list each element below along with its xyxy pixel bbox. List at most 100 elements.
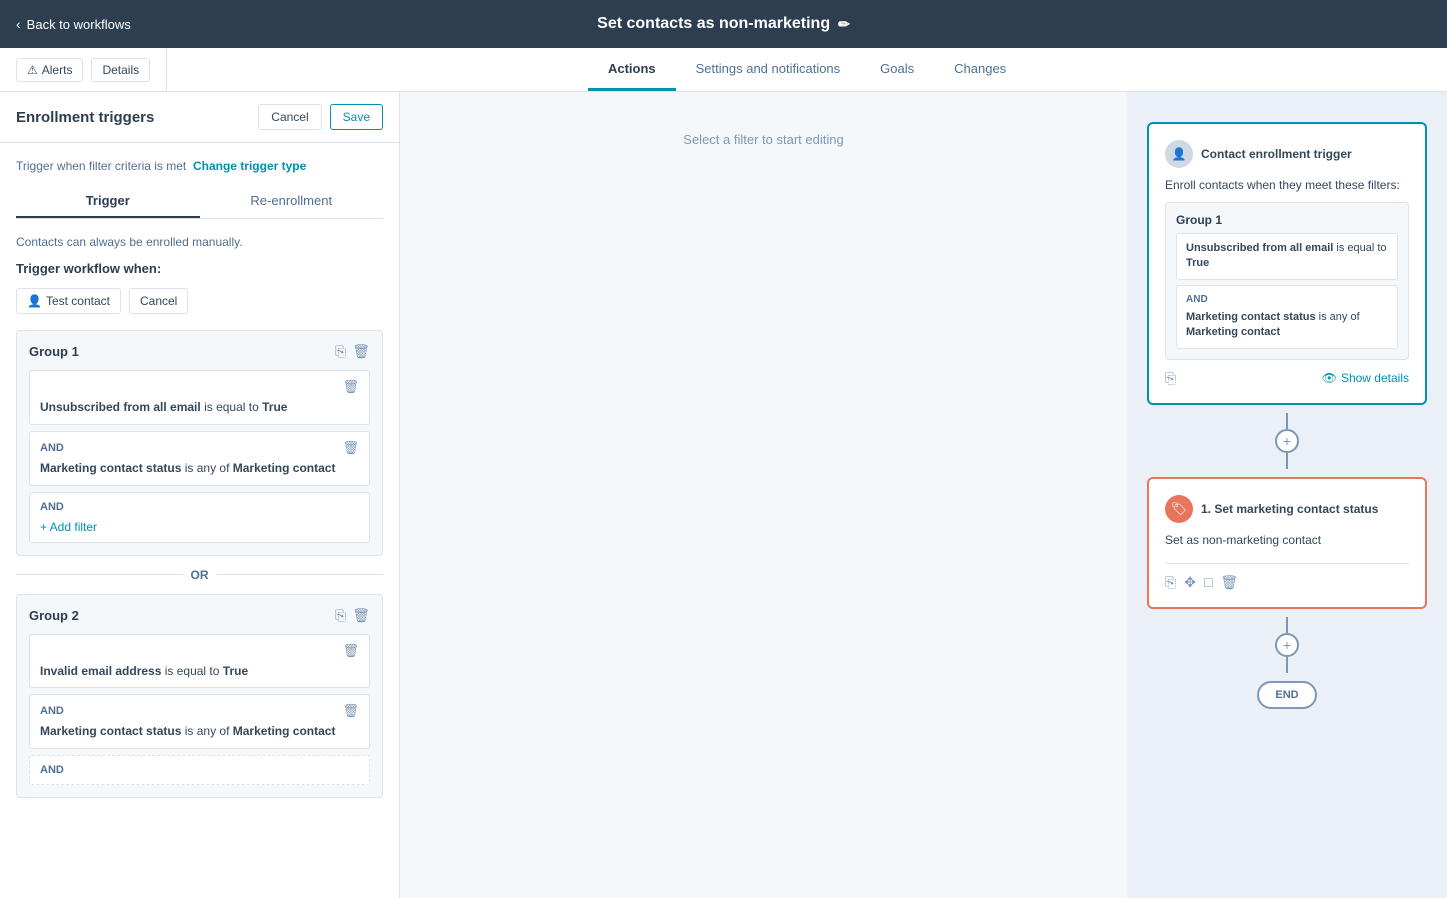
change-trigger-link[interactable]: Change trigger type	[193, 159, 306, 173]
cancel-small-button[interactable]: Cancel	[129, 288, 188, 314]
add-step-button-2[interactable]: +	[1275, 633, 1299, 657]
enrolled-note: Contacts can always be enrolled manually…	[16, 235, 383, 249]
filter-text-1: Unsubscribed from all email is equal to …	[40, 399, 359, 416]
group-2-box: Group 2 ⎘ 🗑 🗑 Invalid email address is e…	[16, 594, 383, 799]
add-step-button-1[interactable]: +	[1275, 429, 1299, 453]
connector-1: +	[1275, 413, 1299, 469]
filter-text-3: Invalid email address is equal to True	[40, 663, 359, 680]
action-card-footer: ⎘ ✥ □ 🗑	[1165, 563, 1409, 591]
group-1-icons: ⎘ 🗑	[335, 343, 370, 360]
connector-line-1	[1286, 413, 1288, 429]
sub-tab-reenrollment[interactable]: Re-enrollment	[200, 185, 384, 218]
delete-group-1-button[interactable]: 🗑	[352, 343, 370, 360]
tg-group-label: Group 1	[1176, 213, 1398, 227]
test-contact-button[interactable]: 👤 Test contact	[16, 288, 121, 314]
left-panel: Enrollment triggers Cancel Save Trigger …	[0, 92, 400, 898]
delete-filter-2-button[interactable]: 🗑	[342, 440, 359, 456]
action-card: 🏷 1. Set marketing contact status Set as…	[1147, 477, 1427, 609]
show-details-link[interactable]: 👁 Show details	[1322, 371, 1409, 385]
trigger-when-label: Trigger workflow when:	[16, 261, 383, 276]
trigger-group-box: Group 1 Unsubscribed from all email is e…	[1165, 202, 1409, 360]
connector-line-2	[1286, 453, 1288, 469]
back-link-label: Back to workflows	[27, 17, 131, 32]
trigger-card: 👤 Contact enrollment trigger Enroll cont…	[1147, 122, 1427, 405]
filter-marketing-contact-1[interactable]: AND 🗑 Marketing contact status is any of…	[29, 431, 370, 486]
trigger-info: Trigger when filter criteria is met Chan…	[16, 159, 383, 173]
filter-text-2: Marketing contact status is any of Marke…	[40, 460, 359, 477]
delete-filter-3-button[interactable]: 🗑	[342, 643, 359, 659]
end-node: END	[1257, 681, 1317, 709]
group-2-header: Group 2 ⎘ 🗑	[29, 607, 370, 624]
add-filter-button-1[interactable]: + Add filter	[40, 520, 97, 534]
delete-filter-4-button[interactable]: 🗑	[342, 703, 359, 719]
panel-header-actions: Cancel Save	[258, 104, 383, 130]
sub-tab-trigger[interactable]: Trigger	[16, 185, 200, 218]
group-2-icons: ⎘ 🗑	[335, 607, 370, 624]
connector-line-3	[1286, 617, 1288, 633]
top-nav: ‹ Back to workflows Set contacts as non-…	[0, 0, 1447, 48]
alert-icon: ⚠	[27, 63, 38, 77]
trigger-card-header: 👤 Contact enrollment trigger	[1165, 140, 1409, 168]
cancel-button[interactable]: Cancel	[258, 104, 321, 130]
action-card-title: 1. Set marketing contact status	[1201, 502, 1378, 516]
filter-and-header-1: AND 🗑	[40, 440, 359, 456]
move-action-button[interactable]: ✥	[1184, 574, 1196, 591]
main-tabs: Actions Settings and notifications Goals…	[167, 48, 1447, 91]
tab-changes[interactable]: Changes	[934, 48, 1026, 91]
panel-body: Trigger when filter criteria is met Chan…	[0, 143, 399, 898]
trigger-avatar: 👤	[1165, 140, 1193, 168]
edit-title-icon[interactable]: ✏	[838, 16, 850, 33]
filter-unsubscribed[interactable]: 🗑 Unsubscribed from all email is equal t…	[29, 370, 370, 425]
sub-tabs: Trigger Re-enrollment	[16, 185, 383, 219]
save-button[interactable]: Save	[330, 104, 383, 130]
copy-trigger-button[interactable]: ⎘	[1165, 370, 1176, 387]
copy-group-2-button[interactable]: ⎘	[335, 607, 346, 624]
left-actions: ⚠ Alerts Details	[0, 48, 167, 91]
panel-title: Enrollment triggers	[16, 109, 154, 126]
details-button[interactable]: Details	[91, 58, 150, 82]
tg-filter-1[interactable]: Unsubscribed from all email is equal to …	[1176, 233, 1398, 280]
action-description: Set as non-marketing contact	[1165, 533, 1409, 547]
copy-group-1-button[interactable]: ⎘	[335, 343, 346, 360]
middle-panel: Select a filter to start editing	[400, 92, 1127, 898]
back-arrow-icon: ‹	[16, 16, 21, 32]
filter-marketing-contact-2[interactable]: AND 🗑 Marketing contact status is any of…	[29, 694, 370, 749]
alerts-button[interactable]: ⚠ Alerts	[16, 58, 83, 82]
filter-invalid-email[interactable]: 🗑 Invalid email address is equal to True	[29, 634, 370, 689]
filter-text-4: Marketing contact status is any of Marke…	[40, 723, 359, 740]
filter-invalid-header: 🗑	[40, 643, 359, 659]
group-1-label: Group 1	[29, 344, 79, 359]
copy-action-button[interactable]: ⎘	[1165, 574, 1176, 591]
delete-group-2-button[interactable]: 🗑	[352, 607, 370, 624]
trigger-card-footer: ⎘ 👁 Show details	[1165, 370, 1409, 387]
tab-goals[interactable]: Goals	[860, 48, 934, 91]
delete-filter-1-button[interactable]: 🗑	[342, 379, 359, 395]
select-filter-placeholder: Select a filter to start editing	[683, 132, 843, 147]
tg-and-filter[interactable]: AND Marketing contact status is any of M…	[1176, 285, 1398, 349]
enroll-text: Enroll contacts when they meet these fil…	[1165, 178, 1409, 192]
add-filter-row-1: AND + Add filter	[29, 492, 370, 543]
and-only-row-2: AND	[29, 755, 370, 785]
test-contact-row: 👤 Test contact Cancel	[16, 288, 383, 314]
tg-and-label: AND	[1186, 293, 1388, 307]
connector-2: +	[1275, 617, 1299, 673]
person-icon: 👤	[27, 294, 42, 308]
panel-header: Enrollment triggers Cancel Save	[0, 92, 399, 143]
group-1-header: Group 1 ⎘ 🗑	[29, 343, 370, 360]
template-action-button[interactable]: □	[1204, 574, 1212, 590]
delete-action-button[interactable]: 🗑	[1220, 574, 1238, 591]
tab-actions[interactable]: Actions	[588, 48, 676, 91]
right-panel: 👤 Contact enrollment trigger Enroll cont…	[1127, 92, 1447, 898]
tag-icon: 🏷	[1171, 501, 1188, 517]
group-2-label: Group 2	[29, 608, 79, 623]
avatar-icon: 👤	[1172, 147, 1187, 161]
connector-line-4	[1286, 657, 1288, 673]
and-label-1: AND	[40, 501, 359, 513]
tabs-bar: ⚠ Alerts Details Actions Settings and no…	[0, 48, 1447, 92]
action-icon: 🏷	[1165, 495, 1193, 523]
tab-settings[interactable]: Settings and notifications	[676, 48, 861, 91]
group-1-box: Group 1 ⎘ 🗑 🗑 Unsubscribed from all emai…	[16, 330, 383, 556]
or-divider: OR	[16, 568, 383, 582]
eye-icon: 👁	[1322, 371, 1337, 385]
back-to-workflows-link[interactable]: ‹ Back to workflows	[16, 16, 131, 32]
